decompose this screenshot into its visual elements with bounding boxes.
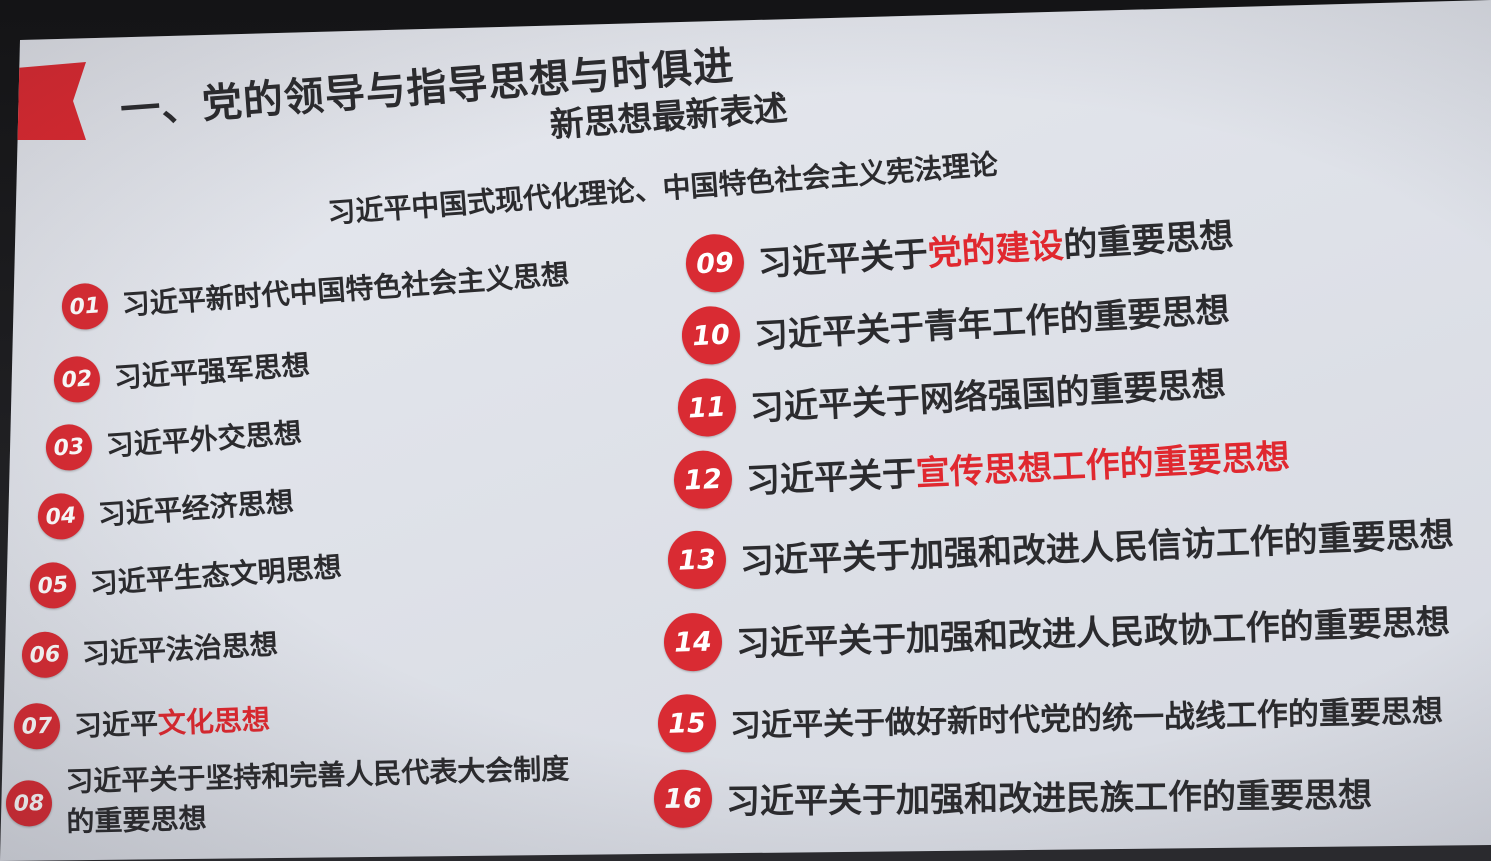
- item-label: 习近平外交思想: [104, 416, 303, 463]
- number-badge: 14: [663, 612, 723, 672]
- item-label: 习近平文化思想: [73, 703, 271, 743]
- item-label: 习近平法治思想: [81, 627, 279, 671]
- number-badge: 09: [684, 232, 746, 294]
- list-item-11: 11 习近平关于网络强国的重要思想: [676, 351, 1226, 438]
- list-item-14: 14 习近平关于加强和改进人民政协工作的重要思想: [663, 589, 1450, 672]
- item-label: 习近平关于宣传思想工作的重要思想: [745, 436, 1291, 502]
- list-item-06: 06 习近平法治思想: [20, 620, 279, 679]
- number-badge: 04: [36, 491, 86, 541]
- theories-line: 习近平中国式现代化理论、中国特色社会主义宪法理论: [326, 147, 999, 230]
- number-badge: 16: [653, 769, 713, 828]
- list-item-09: 09 习近平关于党的建设的重要思想: [684, 203, 1235, 294]
- list-item-10: 10 习近平关于青年工作的重要思想: [680, 277, 1231, 366]
- red-flag-decoration: [14, 62, 86, 140]
- item-label: 习近平关于青年工作的重要思想: [752, 289, 1231, 357]
- item-label: 习近平关于坚持和完善人民代表大会制度的重要思想: [65, 752, 570, 839]
- number-badge: 10: [680, 304, 742, 366]
- number-badge: 05: [28, 560, 78, 610]
- item-label: 习近平关于加强和改进民族工作的重要思想: [725, 774, 1373, 822]
- number-badge: 06: [20, 630, 70, 679]
- list-item-03: 03 习近平外交思想: [44, 408, 303, 472]
- list-item-05: 05 习近平生态文明思想: [28, 542, 343, 610]
- number-badge: 07: [13, 702, 61, 750]
- list-item-08: 08 习近平关于坚持和完善人民代表大会制度的重要思想: [5, 749, 587, 844]
- presentation-slide: 一、党的领导与指导思想与时俱进 新思想最新表述 习近平中国式现代化理论、中国特色…: [0, 0, 1491, 861]
- number-badge: 01: [60, 281, 110, 331]
- list-item-02: 02 习近平强军思想: [52, 340, 311, 404]
- item-label: 习近平关于加强和改进人民政协工作的重要思想: [735, 601, 1451, 665]
- item-label: 习近平关于做好新时代党的统一战线工作的重要思想: [729, 693, 1444, 744]
- list-item-12: 12 习近平关于宣传思想工作的重要思想: [672, 424, 1291, 510]
- photo-stage: 一、党的领导与指导思想与时俱进 新思想最新表述 习近平中国式现代化理论、中国特色…: [0, 0, 1491, 861]
- list-item-07: 07 习近平文化思想: [13, 695, 271, 750]
- number-badge: 13: [666, 529, 728, 590]
- number-badge: 15: [657, 693, 717, 753]
- list-item-01: 01 习近平新时代中国特色社会主义思想: [60, 250, 570, 331]
- list-item-04: 04 习近平经济思想: [36, 477, 295, 541]
- item-label: 习近平新时代中国特色社会主义思想: [120, 257, 571, 322]
- list-item-13: 13 习近平关于加强和改进人民信访工作的重要思想: [666, 502, 1455, 590]
- number-badge: 12: [672, 449, 734, 510]
- item-label: 习近平关于加强和改进人民信访工作的重要思想: [739, 514, 1455, 582]
- item-label: 习近平关于党的建设的重要思想: [756, 215, 1235, 285]
- number-badge: 11: [676, 377, 738, 438]
- list-item-15: 15 习近平关于做好新时代党的统一战线工作的重要思想: [657, 679, 1443, 753]
- number-badge: 03: [44, 422, 94, 472]
- number-badge: 02: [52, 354, 102, 404]
- list-item-16: 16 习近平关于加强和改进民族工作的重要思想: [653, 762, 1373, 828]
- item-label: 习近平关于网络强国的重要思想: [749, 363, 1227, 429]
- number-badge: 08: [5, 779, 53, 827]
- item-label: 习近平经济思想: [96, 485, 295, 532]
- item-label: 习近平生态文明思想: [88, 550, 343, 601]
- item-label: 习近平强军思想: [112, 348, 311, 395]
